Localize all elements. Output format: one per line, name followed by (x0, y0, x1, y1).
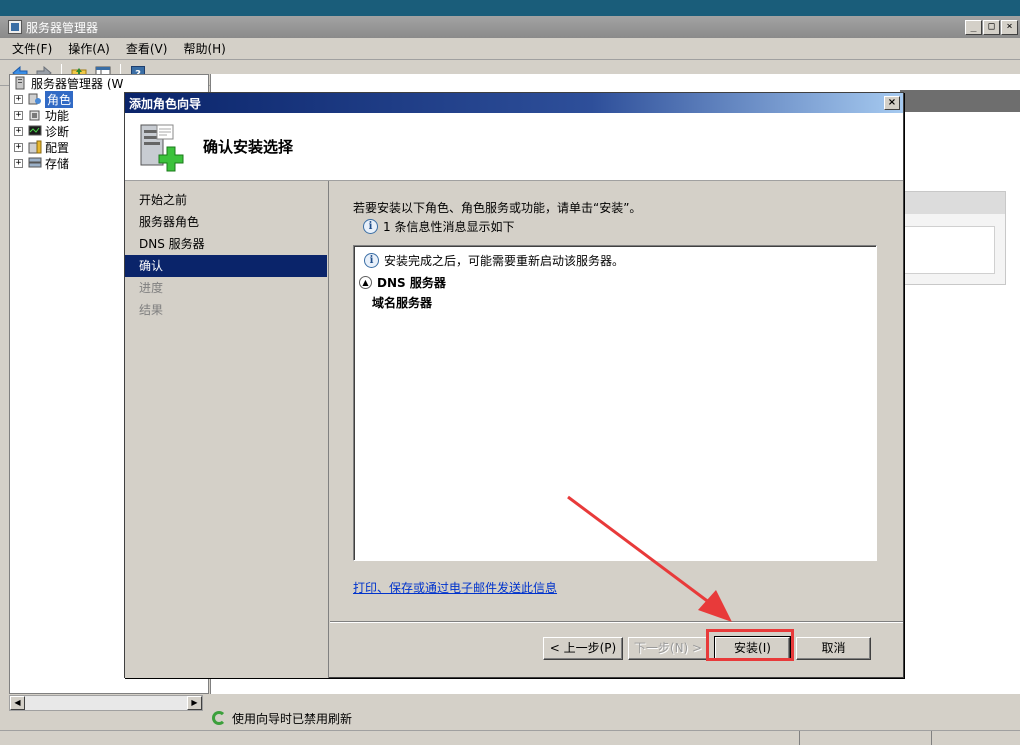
statusbar (0, 730, 1020, 745)
tree-root-label: 服务器管理器 (W (31, 76, 124, 91)
server-manager-icon (8, 20, 22, 34)
content-header-bar (900, 90, 1020, 112)
status-cell (0, 731, 800, 745)
dialog-header-title: 确认安装选择 (203, 138, 294, 156)
dns-section-title: DNS 服务器 (377, 276, 446, 290)
tree-root[interactable]: 服务器管理器 (W (10, 75, 208, 91)
cancel-button[interactable]: 取消 (796, 637, 871, 660)
dns-section-header[interactable]: ▲ DNS 服务器 (359, 274, 446, 291)
restart-info-text: 安装完成之后，可能需要重新启动该服务器。 (384, 254, 625, 268)
scroll-track[interactable] (25, 696, 187, 710)
info-count-line: i 1 条信息性消息显示如下 (363, 218, 514, 235)
info-icon: i (363, 219, 378, 234)
scroll-left-icon[interactable]: ◀ (10, 696, 25, 710)
close-button[interactable]: × (1001, 19, 1018, 35)
content-panel-body (904, 226, 995, 274)
expand-icon[interactable]: + (14, 126, 23, 136)
nav-progress: 进度 (139, 281, 164, 295)
refresh-status: 使用向导时已禁用刷新 (212, 708, 352, 728)
scroll-right-icon[interactable]: ▶ (187, 696, 202, 710)
main-titlebar: 服务器管理器 _ □ × (0, 16, 1020, 38)
minimize-button[interactable]: _ (965, 19, 982, 35)
diagnostics-icon (28, 124, 42, 138)
content-panel-header (904, 192, 1005, 214)
tree-item-label: 角色 (45, 90, 74, 108)
menu-action[interactable]: 操作(A) (60, 39, 118, 59)
restore-button[interactable]: □ (983, 19, 1000, 35)
tree-item-label: 配置 (45, 140, 70, 155)
desktop-background (0, 0, 1020, 16)
annotation-highlight-box (706, 629, 794, 661)
wizard-body: 若要安装以下角色、角色服务或功能，请单击“安装”。 i 1 条信息性消息显示如下… (330, 181, 903, 621)
add-roles-wizard-dialog: 添加角色向导 × 确认安装选择 开始之前 服务器角色 DNS 服务器 确认 进度… (124, 92, 904, 678)
server-manager-icon (14, 76, 28, 90)
window-title: 服务器管理器 (26, 20, 99, 35)
nav-before-you-begin[interactable]: 开始之前 (125, 189, 328, 211)
dialog-titlebar: 添加角色向导 × (125, 93, 903, 113)
storage-icon (28, 156, 42, 170)
dialog-title: 添加角色向导 (129, 96, 202, 111)
roles-icon (28, 92, 42, 106)
features-icon (28, 108, 42, 122)
nav-dns-server[interactable]: DNS 服务器 (125, 233, 328, 255)
status-cell (932, 731, 1020, 745)
footer-separator (330, 621, 903, 623)
window-controls: _ □ × (965, 19, 1018, 35)
refresh-icon (212, 711, 226, 725)
expand-icon[interactable]: + (14, 94, 23, 104)
dialog-header: 确认安装选择 (125, 113, 903, 181)
nav-results: 结果 (139, 303, 164, 317)
print-save-email-link[interactable]: 打印、保存或通过电子邮件发送此信息 (353, 579, 557, 596)
dialog-close-button[interactable]: × (884, 96, 900, 110)
status-cell (800, 731, 932, 745)
tree-item-label: 存储 (45, 156, 70, 171)
expand-icon[interactable]: + (14, 142, 23, 152)
menu-view[interactable]: 查看(V) (118, 39, 176, 59)
content-panel (903, 191, 1006, 285)
restart-info: i 安装完成之后，可能需要重新启动该服务器。 (364, 252, 624, 269)
info-icon: i (364, 253, 379, 268)
tree-item-label: 功能 (45, 108, 70, 123)
next-button: 下一步(N) > (628, 637, 708, 660)
confirmation-list[interactable]: i 安装完成之后，可能需要重新启动该服务器。 ▲ DNS 服务器 域名服务器 (353, 245, 877, 561)
menubar: 文件(F) 操作(A) 查看(V) 帮助(H) (0, 38, 1020, 60)
info-count-text: 1 条信息性消息显示如下 (383, 220, 515, 234)
tree-item-label: 诊断 (45, 124, 70, 139)
nav-confirmation[interactable]: 确认 (125, 255, 327, 277)
collapse-icon[interactable]: ▲ (359, 276, 372, 289)
previous-button[interactable]: < 上一步(P) (543, 637, 623, 660)
expand-icon[interactable]: + (14, 158, 23, 168)
menu-file[interactable]: 文件(F) (4, 39, 60, 59)
nav-server-roles[interactable]: 服务器角色 (125, 211, 328, 233)
wizard-nav: 开始之前 服务器角色 DNS 服务器 确认 进度 结果 (125, 181, 329, 678)
configuration-icon (28, 140, 42, 154)
expand-icon[interactable]: + (14, 110, 23, 120)
server-add-icon (137, 121, 189, 173)
instruction-text: 若要安装以下角色、角色服务或功能，请单击“安装”。 (353, 201, 642, 215)
menu-help[interactable]: 帮助(H) (175, 39, 233, 59)
tree-horizontal-scrollbar[interactable]: ◀ ▶ (9, 695, 203, 711)
dns-section-item: 域名服务器 (372, 296, 433, 310)
refresh-status-text: 使用向导时已禁用刷新 (232, 711, 353, 726)
